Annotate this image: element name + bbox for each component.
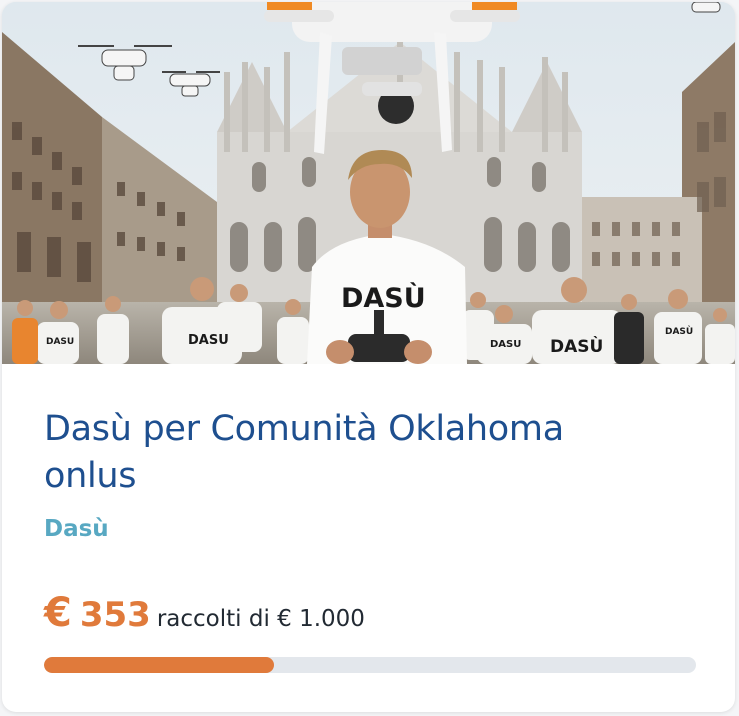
raised-goal-text: raccolti di € 1.000 xyxy=(156,606,365,632)
fundraising-progress-bar xyxy=(44,657,696,673)
crowd-shirt-text: DASÙ xyxy=(550,335,603,357)
crowd-shirt-text: DASU xyxy=(188,333,229,348)
crowd-shirt-text: DASU xyxy=(46,337,74,347)
campaign-title[interactable]: Dasù per Comunità Oklahoma onlus xyxy=(44,406,664,500)
campaign-hero-image: DASU DASU DASU DASÙ DASÙ DASÙ xyxy=(2,2,735,364)
crowd-shirt-text: DASU xyxy=(490,339,521,350)
raised-amount: 353 xyxy=(79,595,151,635)
raised-currency: € xyxy=(44,590,72,636)
organization-name[interactable]: Dasù xyxy=(44,514,109,544)
pilot-shirt-text: DASÙ xyxy=(341,282,426,314)
campaign-card[interactable]: DASU DASU DASU DASÙ DASÙ DASÙ Dasù per C… xyxy=(2,2,735,712)
fundraising-amount: €353 raccolti di € 1.000 xyxy=(44,590,365,638)
crowd-shirt-text: DASÙ xyxy=(665,325,693,337)
campaign-details: Dasù per Comunità Oklahoma onlus Dasù €3… xyxy=(44,364,696,712)
fundraising-progress-fill xyxy=(44,657,275,673)
hero-illustration: DASU DASU DASU DASÙ DASÙ DASÙ xyxy=(2,2,735,364)
